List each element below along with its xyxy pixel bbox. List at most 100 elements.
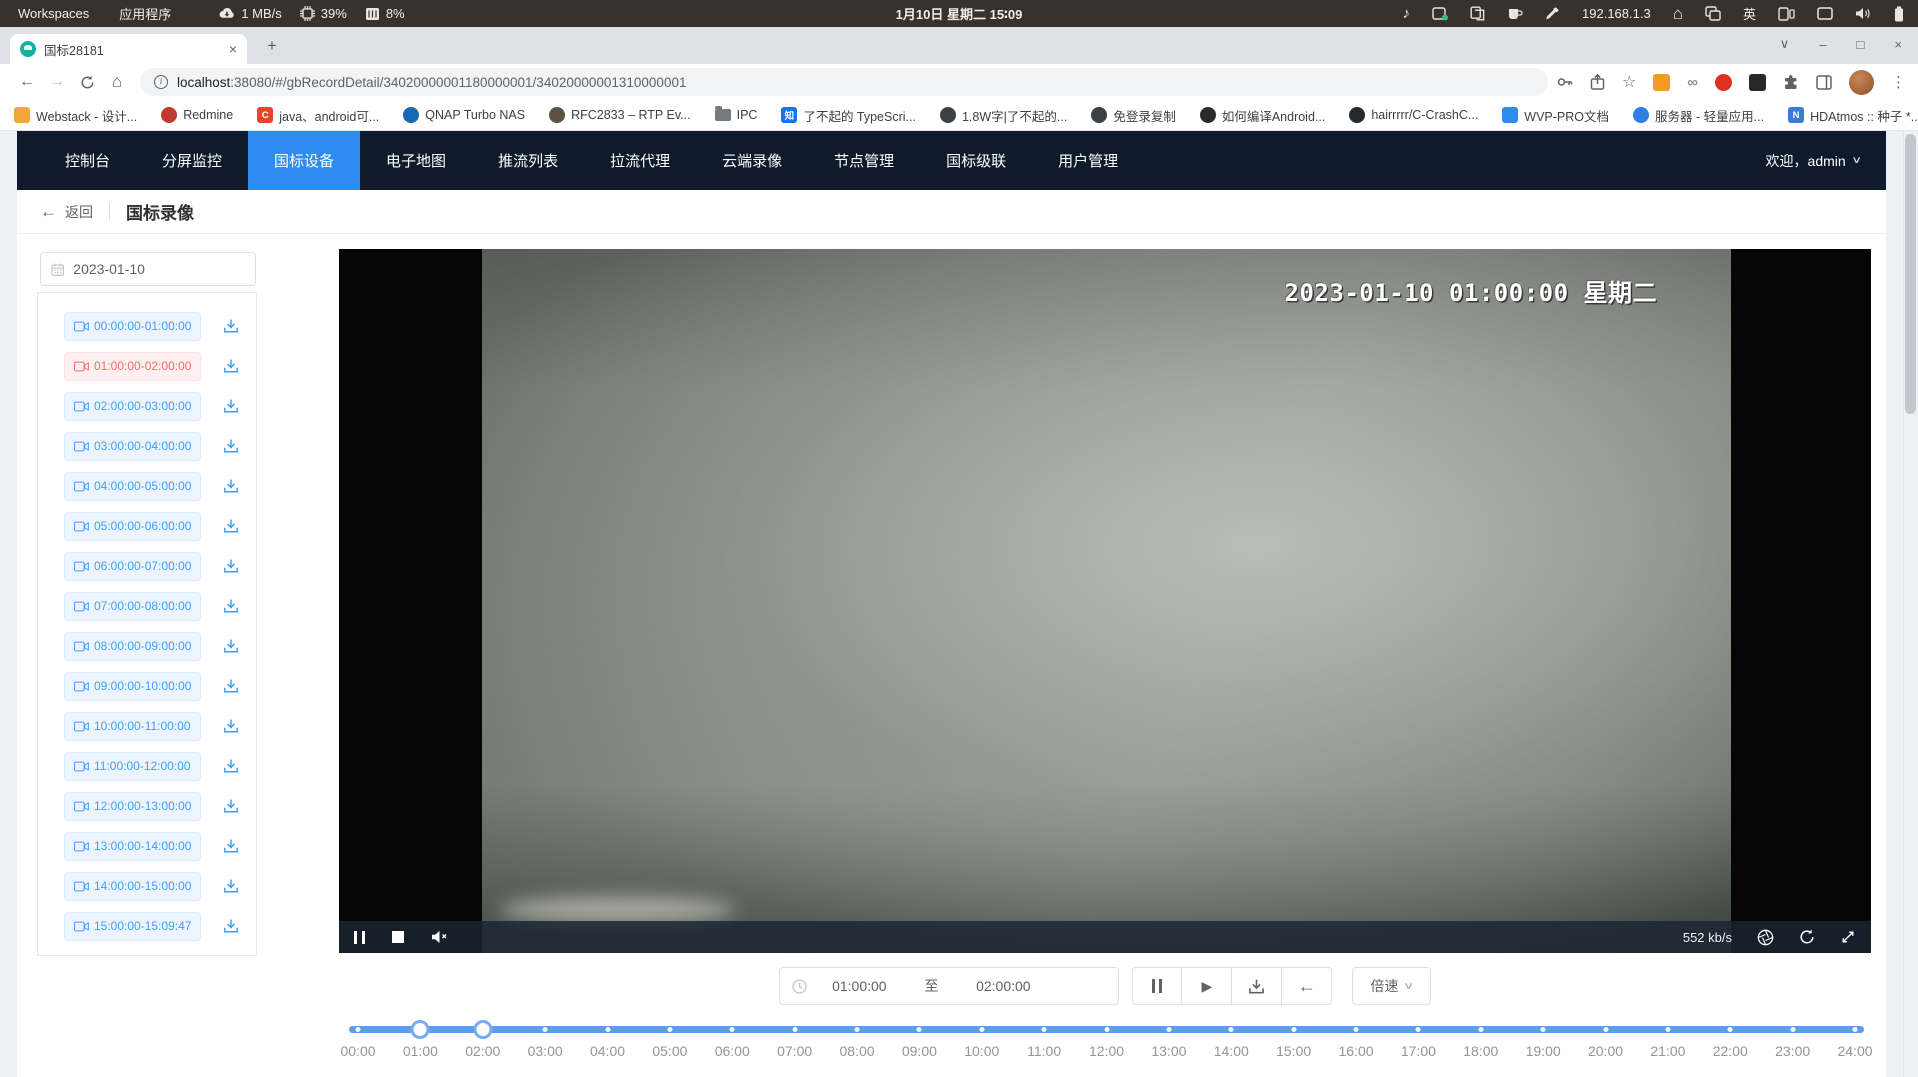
download-button[interactable] [1232, 967, 1282, 1005]
site-info-icon[interactable]: i [154, 75, 168, 89]
browser-reload-icon[interactable] [72, 75, 102, 90]
window-close-button[interactable]: × [1894, 37, 1902, 52]
player-refresh-button[interactable] [1799, 929, 1815, 945]
address-bar[interactable]: i localhost:38080/#/gbRecordDetail/34020… [140, 68, 1548, 96]
record-download-button[interactable] [223, 437, 241, 455]
coffee-cup-icon[interactable] [1507, 6, 1523, 21]
bookmark-star-icon[interactable]: ☆ [1622, 72, 1636, 92]
bookmark-item[interactable]: hairrrrr/C-CrashC... [1349, 107, 1478, 123]
record-download-button[interactable] [223, 557, 241, 575]
share-icon[interactable] [1590, 74, 1605, 90]
back-button[interactable]: ← 返回 [40, 202, 93, 222]
media-note-icon[interactable]: ♪ [1403, 6, 1411, 21]
time-range-picker[interactable]: 至 [779, 967, 1119, 1005]
ip-address[interactable]: 192.168.1.3 [1582, 6, 1651, 21]
record-download-button[interactable] [223, 717, 241, 735]
nav-tab-控制台[interactable]: 控制台 [39, 131, 136, 190]
workspaces-button[interactable]: Workspaces [18, 6, 89, 21]
page-scrollbar[interactable] [1903, 131, 1918, 1077]
fullscreen-button[interactable] [1840, 929, 1856, 945]
record-download-button[interactable] [223, 917, 241, 935]
record-range-button[interactable]: 04:00:00-05:00:00 [64, 472, 201, 501]
pause-button[interactable] [1132, 967, 1182, 1005]
bookmark-item[interactable]: WVP-PRO文档 [1502, 106, 1609, 125]
record-range-button[interactable]: 05:00:00-06:00:00 [64, 512, 201, 541]
nav-tab-拉流代理[interactable]: 拉流代理 [584, 131, 696, 190]
bookmark-item[interactable]: N HDAtmos :: 种子 *... [1788, 106, 1918, 125]
home-icon[interactable]: ⌂ [1673, 5, 1683, 22]
record-range-button[interactable]: 00:00:00-01:00:00 [64, 312, 201, 341]
player-mute-button[interactable] [431, 930, 449, 944]
volume-icon[interactable] [1855, 7, 1872, 20]
side-panel-icon[interactable] [1816, 75, 1832, 90]
snapshot-button[interactable] [1757, 929, 1774, 946]
tab-close-icon[interactable]: × [229, 41, 237, 57]
record-download-button[interactable] [223, 517, 241, 535]
clipboard-icon[interactable] [1470, 6, 1485, 21]
extension-dark-icon[interactable] [1749, 74, 1766, 91]
system-clock[interactable]: 1月10日 星期二 15∶09 [896, 4, 1023, 23]
seek-back-button[interactable]: ← [1282, 967, 1332, 1005]
display-icon[interactable] [1817, 7, 1833, 20]
bookmark-item[interactable]: C java、android可... [257, 106, 379, 125]
nav-tab-国标设备[interactable]: 国标设备 [248, 131, 360, 190]
new-tab-button[interactable]: + [262, 36, 282, 56]
nav-tab-推流列表[interactable]: 推流列表 [472, 131, 584, 190]
nav-tab-分屏监控[interactable]: 分屏监控 [136, 131, 248, 190]
record-range-button[interactable]: 11:00:00-12:00:00 [64, 752, 201, 781]
player-stop-button[interactable] [392, 931, 404, 943]
window-maximize-button[interactable]: □ [1857, 37, 1865, 52]
player-pause-button[interactable] [354, 931, 365, 944]
record-range-button[interactable]: 13:00:00-14:00:00 [64, 832, 201, 861]
nav-tab-国标级联[interactable]: 国标级联 [920, 131, 1032, 190]
nav-tab-电子地图[interactable]: 电子地图 [360, 131, 472, 190]
record-range-button[interactable]: 07:00:00-08:00:00 [64, 592, 201, 621]
record-download-button[interactable] [223, 637, 241, 655]
extension-link-icon[interactable]: ∞ [1687, 74, 1698, 91]
browser-tab[interactable]: 国标28181 × [10, 34, 247, 64]
record-range-button[interactable]: 10:00:00-11:00:00 [64, 712, 201, 741]
extension-json-icon[interactable] [1653, 74, 1670, 91]
record-download-button[interactable] [223, 357, 241, 375]
record-range-button[interactable]: 09:00:00-10:00:00 [64, 672, 201, 701]
browser-home-icon[interactable]: ⌂ [102, 72, 132, 92]
window-tiles-icon[interactable] [1778, 7, 1795, 21]
record-range-button[interactable]: 15:00:00-15:09:47 [64, 912, 201, 941]
browser-back-icon[interactable]: ← [12, 73, 42, 91]
record-range-button[interactable]: 06:00:00-07:00:00 [64, 552, 201, 581]
date-input[interactable] [73, 261, 245, 277]
bookmark-item[interactable]: Redmine [161, 107, 233, 123]
bookmark-item[interactable]: QNAP Turbo NAS [403, 107, 525, 123]
record-range-button[interactable]: 01:00:00-02:00:00 [64, 352, 201, 381]
record-download-button[interactable] [223, 597, 241, 615]
extension-blocker-icon[interactable] [1715, 74, 1732, 91]
play-button[interactable]: ▶ [1182, 967, 1232, 1005]
browser-forward-icon[interactable]: → [42, 73, 72, 91]
bookmark-item[interactable]: 1.8W字|了不起的... [940, 106, 1067, 125]
applications-button[interactable]: 应用程序 [119, 4, 171, 23]
bookmark-item[interactable]: 免登录复制 [1091, 106, 1176, 125]
input-indicator-icon[interactable] [1432, 6, 1448, 21]
color-picker-icon[interactable] [1545, 6, 1560, 21]
bookmark-item[interactable]: Webstack - 设计... [14, 106, 137, 125]
nav-tab-节点管理[interactable]: 节点管理 [808, 131, 920, 190]
nav-tab-云端录像[interactable]: 云端录像 [696, 131, 808, 190]
bookmark-item[interactable]: 知 了不起的 TypeScri... [781, 106, 916, 125]
video-player[interactable]: 2023-01-10 01:00:00 星期二 552 kb/s [339, 249, 1871, 953]
extensions-puzzle-icon[interactable] [1783, 74, 1799, 90]
tab-search-icon[interactable]: ∨ [1780, 36, 1790, 52]
record-download-button[interactable] [223, 757, 241, 775]
record-download-button[interactable] [223, 837, 241, 855]
date-picker[interactable] [40, 252, 256, 286]
record-range-button[interactable]: 03:00:00-04:00:00 [64, 432, 201, 461]
record-download-button[interactable] [223, 317, 241, 335]
record-range-button[interactable]: 08:00:00-09:00:00 [64, 632, 201, 661]
bookmark-item[interactable]: 服务器 - 轻量应用... [1633, 106, 1764, 125]
password-key-icon[interactable] [1556, 74, 1573, 90]
record-range-button[interactable]: 14:00:00-15:00:00 [64, 872, 201, 901]
bookmark-item[interactable]: IPC [715, 108, 758, 122]
record-range-button[interactable]: 02:00:00-03:00:00 [64, 392, 201, 421]
end-time-input[interactable] [951, 978, 1055, 994]
bookmark-item[interactable]: 如何编译Android... [1200, 106, 1326, 125]
timeline-handle[interactable] [411, 1020, 430, 1039]
